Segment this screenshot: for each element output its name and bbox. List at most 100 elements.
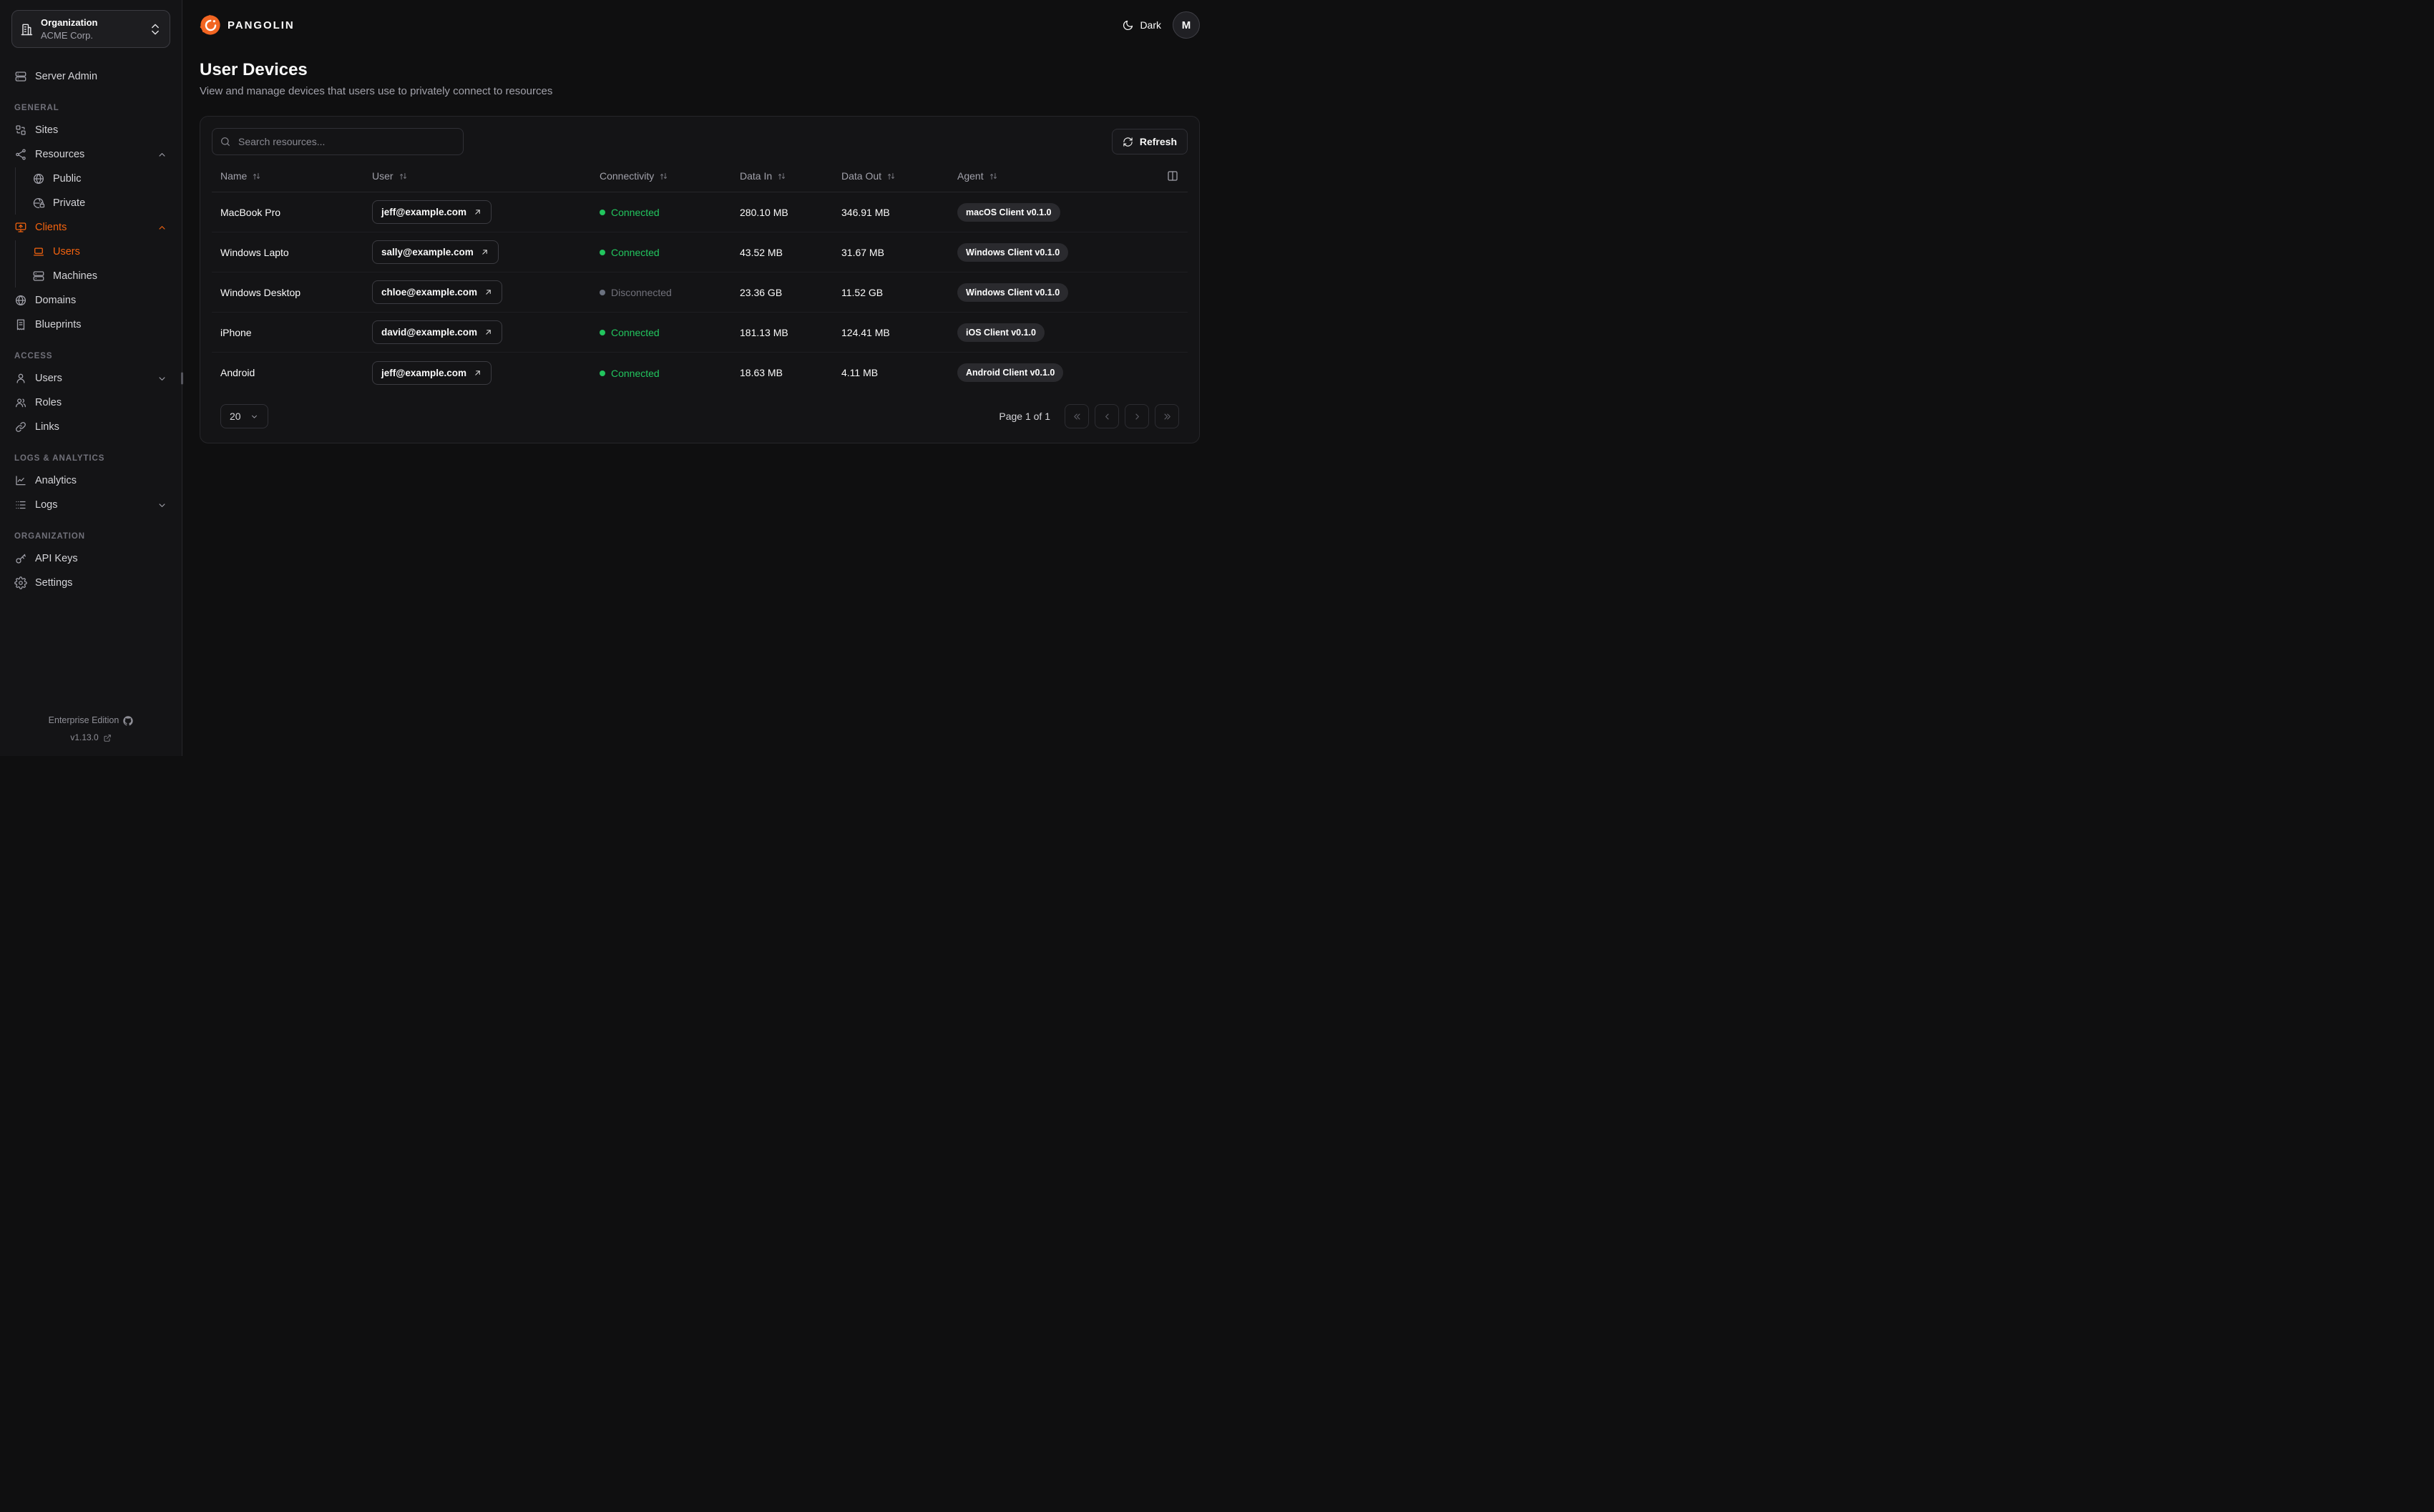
agent-badge: Android Client v0.1.0 bbox=[957, 363, 1064, 382]
device-name-cell: iPhone bbox=[220, 326, 252, 338]
refresh-button[interactable]: Refresh bbox=[1111, 129, 1188, 154]
settings-icon bbox=[14, 576, 27, 589]
sidebar-section-label: ORGANIZATION bbox=[14, 532, 85, 541]
sidebar-item-label: Blueprints bbox=[35, 319, 82, 331]
sidebar-item-api-keys[interactable]: API Keys bbox=[11, 547, 170, 570]
version-label: v1.13.0 bbox=[70, 732, 99, 743]
agent-badge: Windows Client v0.1.0 bbox=[957, 283, 1069, 302]
sidebar-item-logs[interactable]: Logs bbox=[11, 494, 170, 516]
search-input[interactable] bbox=[212, 128, 464, 155]
sidebar-item-private[interactable]: Private bbox=[29, 192, 170, 215]
user-icon bbox=[16, 373, 25, 383]
column-header-user[interactable]: User bbox=[372, 170, 600, 182]
version-link[interactable]: v1.13.0 bbox=[11, 730, 170, 746]
page-head: User Devices View and manage devices tha… bbox=[200, 60, 1200, 97]
sidebar-item-settings[interactable]: Settings bbox=[11, 571, 170, 594]
arrow-up-right-icon bbox=[482, 250, 487, 255]
sidebar-item-public[interactable]: Public bbox=[29, 167, 170, 190]
sidebar-item-label: Users bbox=[35, 373, 62, 385]
sidebar-item-label: Domains bbox=[35, 295, 77, 307]
next-page-button[interactable] bbox=[1125, 404, 1149, 428]
sidebar-item-clients[interactable]: Clients bbox=[11, 216, 170, 239]
table-footer: 20 Page 1 of 1 bbox=[212, 393, 1188, 433]
theme-toggle[interactable]: Dark bbox=[1122, 19, 1161, 31]
sidebar-item-machines[interactable]: Machines bbox=[29, 265, 170, 288]
sidebar-item-users[interactable]: Users bbox=[29, 240, 170, 263]
data-out-cell: 124.41 MB bbox=[841, 326, 890, 338]
column-header-agent[interactable]: Agent bbox=[957, 170, 1158, 182]
table-row: iPhone david@example.com Connected 181.13 M… bbox=[212, 313, 1188, 353]
org-selector[interactable]: Organization ACME Corp. bbox=[11, 10, 170, 49]
sidebar-item-label: Private bbox=[53, 197, 86, 210]
github-icon bbox=[123, 716, 134, 726]
user-link-button[interactable]: david@example.com bbox=[372, 320, 502, 344]
chevrons-up-down-icon bbox=[152, 24, 159, 34]
chevron-down-icon bbox=[159, 377, 165, 381]
table-row: Android jeff@example.com Connected 18.63 MB… bbox=[212, 353, 1188, 393]
sidebar-item-label: Clients bbox=[35, 222, 67, 234]
chevrons-left-icon bbox=[1073, 413, 1080, 419]
column-header-data-out[interactable]: Data Out bbox=[841, 170, 957, 182]
arrow-up-right-icon bbox=[475, 370, 480, 375]
monitor-up-icon bbox=[15, 222, 26, 232]
sidebar-section-label: GENERAL bbox=[14, 104, 59, 113]
building-icon bbox=[21, 24, 33, 35]
sidebar-item-users[interactable]: Users bbox=[11, 367, 170, 390]
device-name-cell: Windows Lapto bbox=[220, 246, 289, 258]
chevron-up-icon bbox=[159, 225, 165, 230]
sidebar-item-resources[interactable]: Resources bbox=[11, 143, 170, 166]
user-link-button[interactable]: jeff@example.com bbox=[372, 360, 492, 385]
sidebar: Organization ACME Corp. Server Admin GENE… bbox=[0, 0, 183, 756]
resources-icon bbox=[16, 149, 26, 160]
server-icon bbox=[33, 271, 44, 281]
sidebar-footer: Enterprise Edition v1.13.0 bbox=[11, 712, 170, 746]
key-icon bbox=[16, 554, 26, 564]
sidebar-item-label: Links bbox=[35, 421, 59, 433]
table-row: Windows Desktop chloe@example.com Disconne… bbox=[212, 273, 1188, 313]
sidebar-item-label: Users bbox=[53, 246, 80, 258]
logs-icon bbox=[16, 501, 26, 509]
user-link-button[interactable]: jeff@example.com bbox=[372, 200, 492, 224]
column-header-connectivity[interactable]: Connectivity bbox=[600, 170, 740, 182]
user-link-button[interactable]: sally@example.com bbox=[372, 240, 499, 264]
sidebar-nav: Server Admin GENERAL Sites Resources Public P… bbox=[11, 65, 170, 712]
sidebar-item-label: Analytics bbox=[35, 475, 77, 487]
data-in-cell: 280.10 MB bbox=[740, 206, 788, 218]
last-page-button[interactable] bbox=[1155, 404, 1179, 428]
org-selector-value: ACME Corp. bbox=[41, 29, 93, 41]
sidebar-item-label: API Keys bbox=[35, 553, 78, 565]
status-dot-icon bbox=[600, 370, 605, 376]
sidebar-item-roles[interactable]: Roles bbox=[11, 391, 170, 414]
column-header-name[interactable]: Name bbox=[220, 170, 372, 182]
sidebar-item-domains[interactable]: Domains bbox=[11, 289, 170, 312]
device-name-cell: Windows Desktop bbox=[220, 286, 301, 298]
sidebar-item-server-admin[interactable]: Server Admin bbox=[11, 65, 170, 88]
user-link-button[interactable]: chloe@example.com bbox=[372, 280, 502, 304]
sidebar-item-blueprints[interactable]: Blueprints bbox=[11, 313, 170, 336]
agent-badge: iOS Client v0.1.0 bbox=[957, 323, 1045, 342]
prev-page-button[interactable] bbox=[1095, 404, 1119, 428]
search bbox=[212, 128, 464, 155]
sidebar-section-label: LOGS & ANALYTICS bbox=[14, 454, 105, 463]
avatar[interactable]: M bbox=[1173, 11, 1200, 39]
sidebar-item-analytics[interactable]: Analytics bbox=[11, 469, 170, 492]
column-settings-button[interactable] bbox=[1158, 170, 1179, 182]
agent-badge: Windows Client v0.1.0 bbox=[957, 242, 1069, 262]
sidebar-item-sites[interactable]: Sites bbox=[11, 119, 170, 142]
server-icon bbox=[15, 72, 26, 82]
page-subtitle: View and manage devices that users use t… bbox=[200, 85, 553, 97]
table-row: Windows Lapto sally@example.com Connected 4… bbox=[212, 232, 1188, 273]
column-header-data-in[interactable]: Data In bbox=[740, 170, 841, 182]
chevron-down-icon bbox=[251, 415, 257, 418]
page-size-select[interactable]: 20 bbox=[220, 404, 268, 428]
sidebar-resize-handle[interactable] bbox=[181, 372, 183, 384]
sidebar-item-links[interactable]: Links bbox=[11, 416, 170, 438]
globe-lock-icon bbox=[33, 198, 45, 209]
sites-icon bbox=[16, 125, 26, 135]
data-out-cell: 31.67 MB bbox=[841, 246, 884, 258]
sidebar-item-label: Settings bbox=[35, 577, 73, 589]
brand[interactable]: PANGOLIN bbox=[200, 14, 295, 36]
first-page-button[interactable] bbox=[1065, 404, 1089, 428]
connectivity-status: Connected bbox=[600, 247, 660, 258]
app: Organization ACME Corp. Server Admin GENE… bbox=[0, 0, 1217, 756]
